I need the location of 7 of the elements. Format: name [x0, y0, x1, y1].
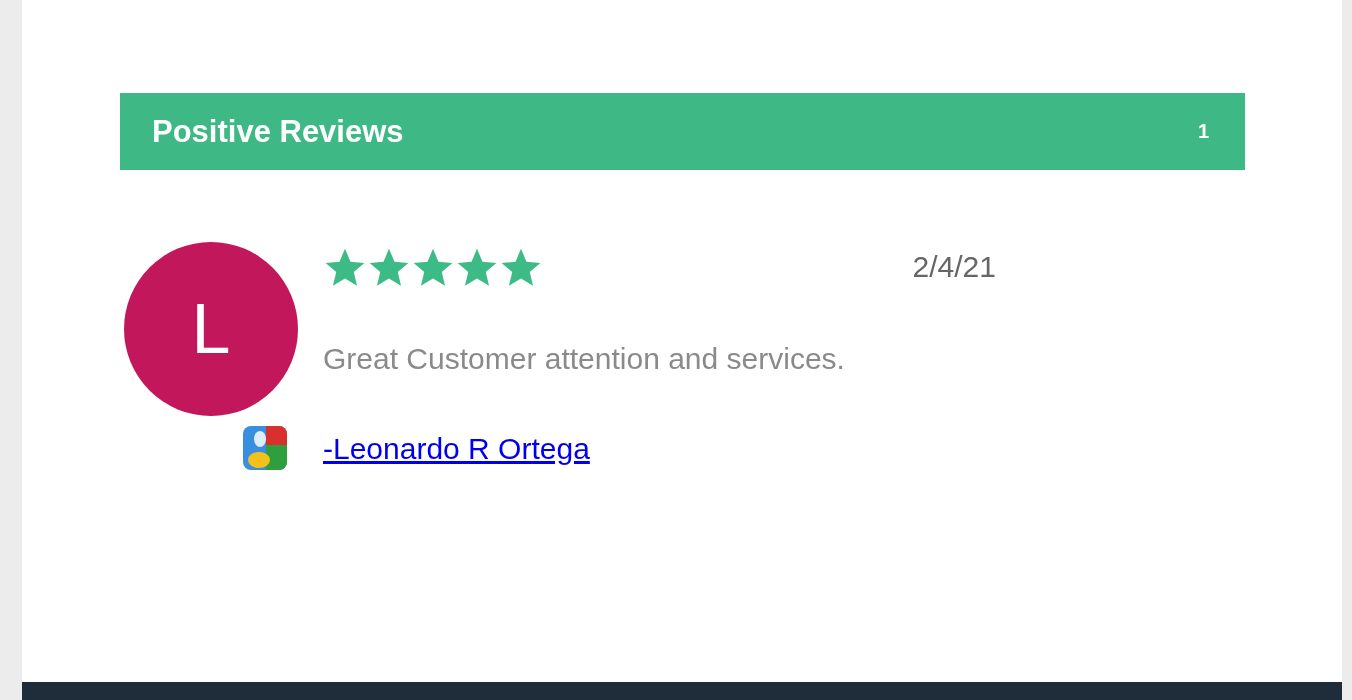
- section-title: Positive Reviews: [152, 113, 404, 150]
- review-count: 1: [1197, 120, 1209, 143]
- google-logo-icon: [242, 425, 288, 471]
- review-text: Great Customer attention and services.: [323, 342, 845, 376]
- avatar: L: [124, 242, 298, 416]
- review-date: 2/4/21: [912, 250, 996, 284]
- author-link[interactable]: -Leonardo R Ortega: [323, 432, 590, 466]
